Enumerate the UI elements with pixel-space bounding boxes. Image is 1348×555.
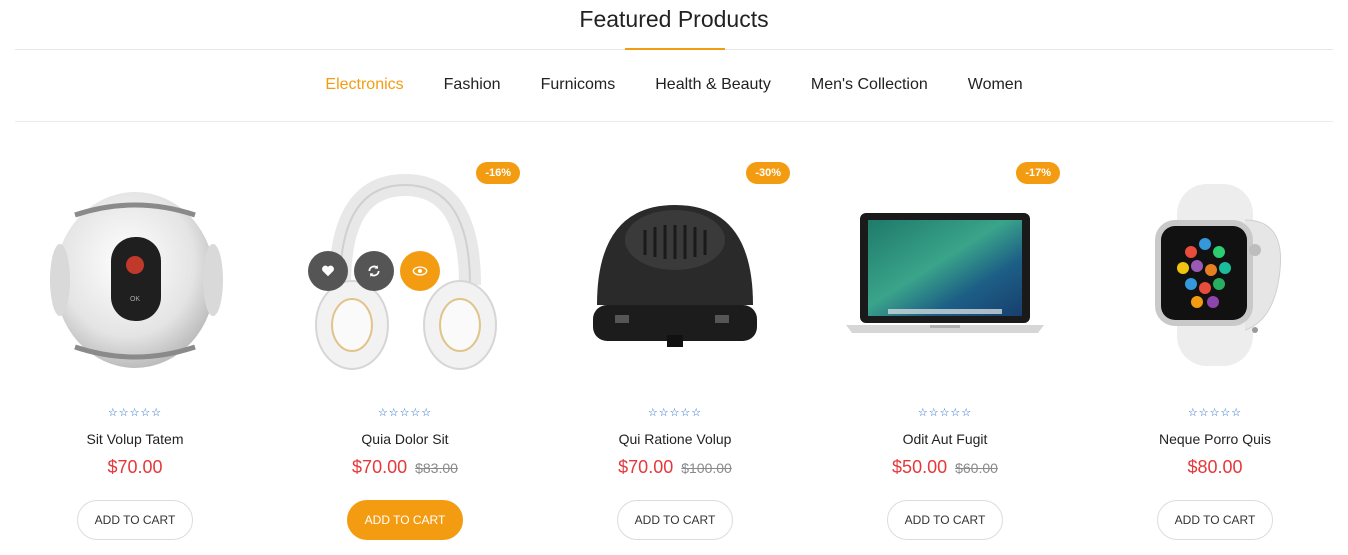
tabs-divider bbox=[15, 121, 1333, 122]
tab-fashion[interactable]: Fashion bbox=[424, 75, 521, 97]
product-image[interactable] bbox=[560, 160, 790, 390]
product-old-price: $100.00 bbox=[681, 460, 732, 476]
price-row: $70.00 $100.00 bbox=[540, 457, 810, 478]
product-old-price: $60.00 bbox=[955, 460, 998, 476]
tab-women[interactable]: Women bbox=[948, 75, 1043, 97]
price-row: $70.00 bbox=[0, 457, 270, 478]
product-price: $50.00 bbox=[892, 457, 948, 477]
discount-badge: -16% bbox=[476, 162, 520, 184]
product-name[interactable]: Odit Aut Fugit bbox=[810, 431, 1080, 447]
price-row: $80.00 bbox=[1080, 457, 1348, 478]
add-to-cart-button[interactable]: ADD TO CART bbox=[77, 500, 193, 540]
hover-actions bbox=[308, 251, 440, 291]
discount-badge: -17% bbox=[1016, 162, 1060, 184]
tab-health-beauty[interactable]: Health & Beauty bbox=[635, 75, 791, 97]
product-price: $70.00 bbox=[107, 457, 163, 477]
product-card: -16% ☆☆☆☆☆ Quia Dolor Sit $70.00 $83.00 … bbox=[270, 150, 540, 550]
product-name[interactable]: Quia Dolor Sit bbox=[270, 431, 540, 447]
tab-mens-collection[interactable]: Men's Collection bbox=[791, 75, 948, 97]
discount-badge: -30% bbox=[746, 162, 790, 184]
vr-device-image bbox=[593, 205, 757, 347]
price-row: $50.00 $60.00 bbox=[810, 457, 1080, 478]
svg-text:OK: OK bbox=[130, 296, 140, 303]
product-price: $70.00 bbox=[618, 457, 674, 477]
product-image[interactable]: OK bbox=[20, 160, 250, 390]
section-title: Featured Products bbox=[579, 6, 769, 32]
product-card: ☆☆☆☆☆ Neque Porro Quis $80.00 ADD TO CAR… bbox=[1080, 150, 1348, 550]
eye-icon bbox=[412, 266, 428, 276]
rating-stars: ☆☆☆☆☆ bbox=[107, 407, 163, 419]
product-image[interactable] bbox=[830, 160, 1060, 390]
product-price: $80.00 bbox=[1187, 457, 1243, 477]
product-name[interactable]: Sit Volup Tatem bbox=[0, 431, 270, 447]
add-to-cart-button[interactable]: ADD TO CART bbox=[887, 500, 1003, 540]
product-old-price: $83.00 bbox=[415, 460, 458, 476]
product-name[interactable]: Neque Porro Quis bbox=[1080, 431, 1348, 447]
add-to-cart-button[interactable]: ADD TO CART bbox=[347, 500, 463, 540]
product-card: -30% ☆☆☆☆☆ Qui Ratione Volup $70.00 $100.… bbox=[540, 150, 810, 550]
product-card: -17% ☆☆☆☆☆ Odit Aut Fugit $50.00 $60.00 … bbox=[810, 150, 1080, 550]
rating-stars: ☆☆☆☆☆ bbox=[647, 407, 703, 419]
quick-view-button[interactable] bbox=[400, 251, 440, 291]
tab-furnicoms[interactable]: Furnicoms bbox=[521, 75, 636, 97]
laptop-image bbox=[846, 213, 1044, 333]
heart-icon bbox=[322, 265, 334, 277]
wishlist-button[interactable] bbox=[308, 251, 348, 291]
product-image[interactable] bbox=[1100, 160, 1330, 390]
rating-stars: ☆☆☆☆☆ bbox=[1187, 407, 1243, 419]
category-tabs: Electronics Fashion Furnicoms Health & B… bbox=[0, 75, 1348, 97]
product-name[interactable]: Qui Ratione Volup bbox=[540, 431, 810, 447]
add-to-cart-button[interactable]: ADD TO CART bbox=[617, 500, 733, 540]
camera-360-image: OK bbox=[50, 192, 223, 368]
product-price: $70.00 bbox=[352, 457, 408, 477]
rating-stars: ☆☆☆☆☆ bbox=[917, 407, 973, 419]
compare-button[interactable] bbox=[354, 251, 394, 291]
price-row: $70.00 $83.00 bbox=[270, 457, 540, 478]
compare-icon bbox=[368, 265, 380, 277]
smartwatch-image bbox=[1155, 184, 1282, 366]
product-card: OK ☆☆☆☆☆ Sit Volup Tatem $70.00 ADD TO C… bbox=[0, 150, 270, 550]
product-grid: OK ☆☆☆☆☆ Sit Volup Tatem $70.00 ADD TO C… bbox=[0, 150, 1348, 555]
title-accent-line bbox=[625, 48, 725, 50]
tab-electronics[interactable]: Electronics bbox=[305, 75, 423, 97]
add-to-cart-button[interactable]: ADD TO CART bbox=[1157, 500, 1273, 540]
rating-stars: ☆☆☆☆☆ bbox=[377, 407, 433, 419]
